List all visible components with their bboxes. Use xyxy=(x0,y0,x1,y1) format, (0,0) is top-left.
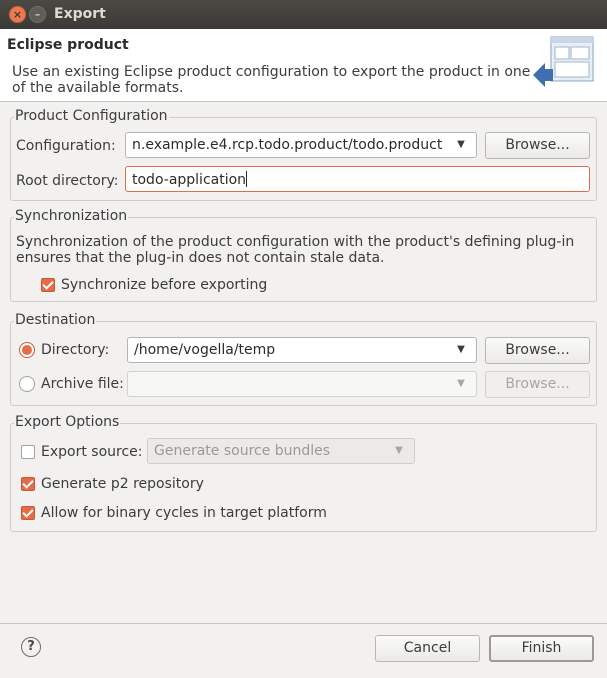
chevron-down-icon[interactable]: ▼ xyxy=(452,133,470,157)
directory-combo[interactable]: /home/vogella/temp ▼ xyxy=(127,337,477,363)
export-source-label[interactable]: Export source: xyxy=(41,444,143,460)
binary-cycles-label[interactable]: Allow for binary cycles in target platfo… xyxy=(41,505,327,521)
configuration-value: n.example.e4.rcp.todo.product/todo.produ… xyxy=(132,137,443,153)
window-title: Export xyxy=(54,6,106,22)
synchronization-description: Synchronization of the product configura… xyxy=(16,234,575,266)
configuration-label: Configuration: xyxy=(16,138,116,154)
product-configuration-label: Product Configuration xyxy=(14,108,169,124)
export-source-checkbox[interactable] xyxy=(21,445,35,459)
synchronization-label: Synchronization xyxy=(14,208,129,224)
export-wizard-banner-icon xyxy=(533,36,594,87)
synchronize-checkbox[interactable] xyxy=(41,278,55,292)
archive-file-label[interactable]: Archive file: xyxy=(41,376,124,392)
chevron-down-icon[interactable]: ▼ xyxy=(390,439,408,463)
destination-group: Destination Directory: /home/vogella/tem… xyxy=(10,312,597,406)
chevron-down-icon[interactable]: ▼ xyxy=(452,338,470,362)
configuration-browse-button[interactable]: Browse... xyxy=(485,132,590,159)
export-source-combo[interactable]: Generate source bundles ▼ xyxy=(147,438,415,464)
footer-separator xyxy=(0,623,607,624)
close-window-icon[interactable]: × xyxy=(9,6,26,23)
directory-browse-button[interactable]: Browse... xyxy=(485,337,590,364)
generate-p2-checkbox[interactable] xyxy=(21,477,35,491)
finish-button[interactable]: Finish xyxy=(489,635,594,662)
window-titlebar: × – Export xyxy=(0,0,607,29)
wizard-header: Eclipse product Use an existing Eclipse … xyxy=(0,29,607,102)
synchronization-group: Synchronization Synchronization of the p… xyxy=(10,208,597,302)
archive-browse-button[interactable]: Browse... xyxy=(485,371,590,398)
directory-radio[interactable] xyxy=(19,342,35,358)
root-directory-input[interactable]: todo-application xyxy=(125,166,590,192)
archive-file-radio[interactable] xyxy=(19,376,35,392)
synchronize-checkbox-label[interactable]: Synchronize before exporting xyxy=(61,277,267,293)
root-directory-value: todo-application xyxy=(132,172,247,188)
binary-cycles-checkbox[interactable] xyxy=(21,506,35,520)
export-options-group: Export Options Export source: Generate s… xyxy=(10,414,597,532)
directory-label[interactable]: Directory: xyxy=(41,342,109,358)
minimize-window-icon[interactable]: – xyxy=(29,6,46,23)
archive-file-combo[interactable]: ▼ xyxy=(127,371,477,397)
page-title: Eclipse product xyxy=(7,37,129,53)
root-directory-label: Root directory: xyxy=(16,173,119,189)
configuration-combo[interactable]: n.example.e4.rcp.todo.product/todo.produ… xyxy=(125,132,477,158)
chevron-down-icon[interactable]: ▼ xyxy=(452,372,470,396)
export-options-label: Export Options xyxy=(14,414,121,430)
page-description: Use an existing Eclipse product configur… xyxy=(12,64,531,96)
destination-label: Destination xyxy=(14,312,97,328)
generate-p2-label[interactable]: Generate p2 repository xyxy=(41,476,204,492)
product-configuration-group: Product Configuration Configuration: n.e… xyxy=(10,108,597,201)
cancel-button[interactable]: Cancel xyxy=(375,635,480,662)
help-icon[interactable]: ? xyxy=(21,637,41,657)
export-source-combo-value: Generate source bundles xyxy=(154,443,331,459)
directory-value: /home/vogella/temp xyxy=(134,342,276,358)
